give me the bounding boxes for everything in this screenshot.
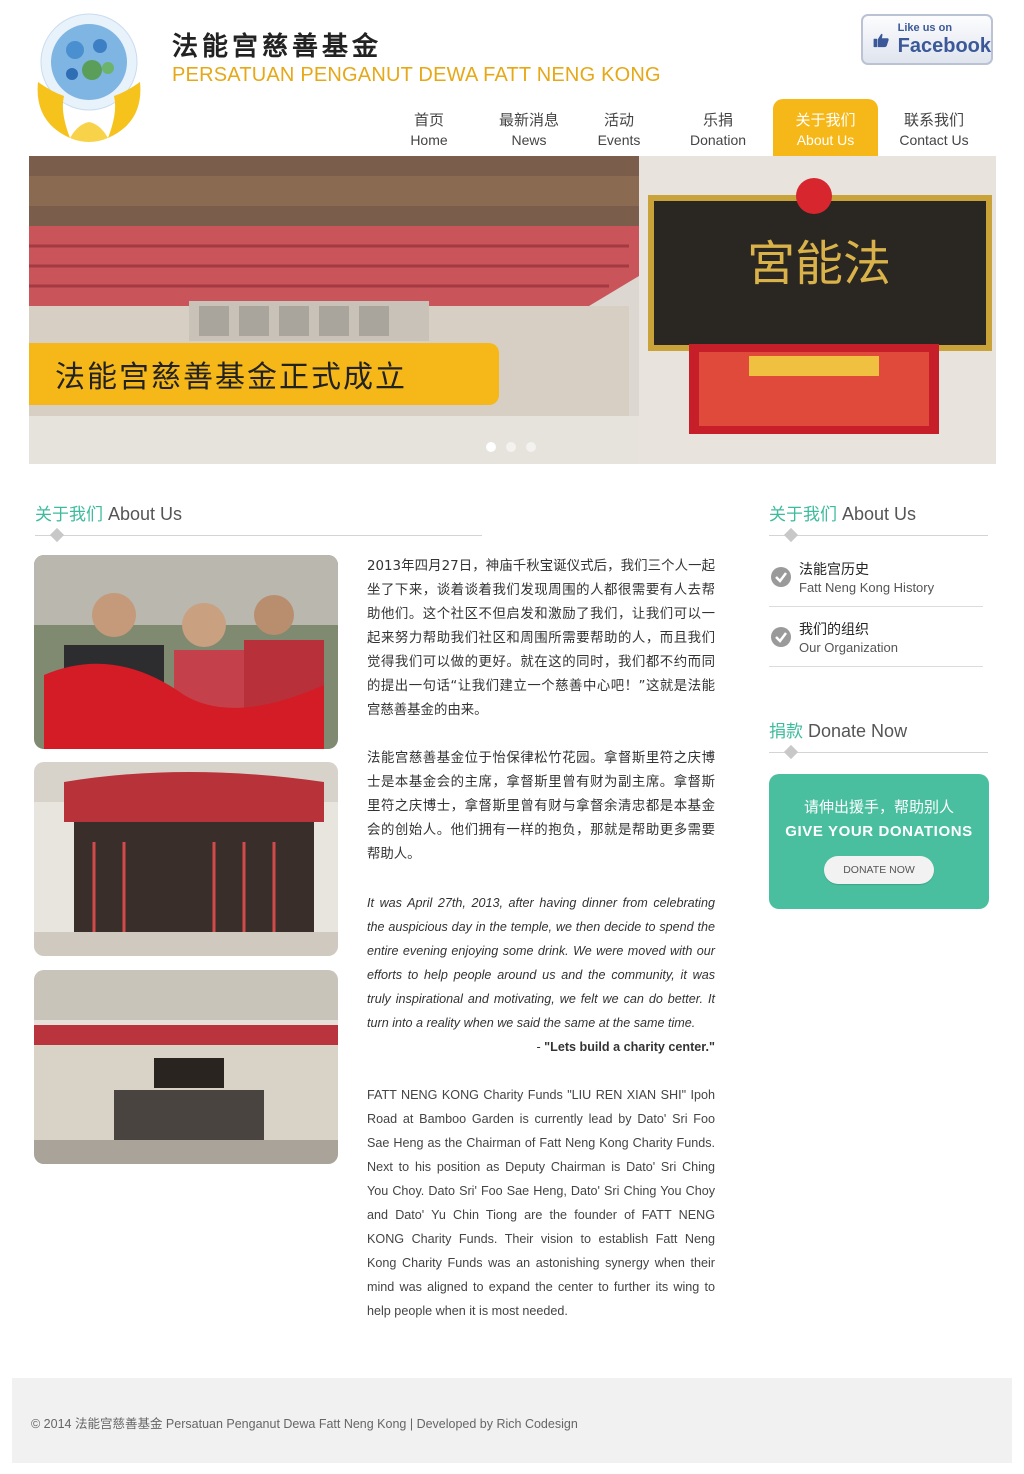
nav-label-en: Donation bbox=[689, 132, 747, 148]
nav-label-en: Events bbox=[597, 132, 641, 148]
slider-dot-1[interactable] bbox=[486, 442, 496, 452]
footer-copyright: © 2014 法能宫慈善基金 Persatuan Penganut Dewa F… bbox=[31, 1417, 578, 1431]
sidebar-about-heading: 关于我们 About Us bbox=[769, 500, 916, 525]
sidebar-about-heading-cn: 关于我们 bbox=[769, 505, 837, 525]
nav-label-cn: 最新消息 bbox=[498, 111, 559, 129]
temple-gate-photo bbox=[34, 762, 338, 956]
nav-label-en: Contact Us bbox=[899, 132, 969, 148]
slider-dots bbox=[486, 442, 536, 452]
nav-about-us[interactable]: 关于我们 About Us bbox=[773, 99, 878, 156]
about-quote: - "Lets build a charity center." bbox=[367, 1035, 715, 1059]
site-title-english: PERSATUAN PENGANUT DEWA FATT NENG KONG bbox=[172, 64, 661, 86]
sidebar-donate-heading: 捐款 Donate Now bbox=[769, 717, 907, 742]
nav-label-cn: 首页 bbox=[413, 111, 444, 129]
site-title-chinese: 法能宫慈善基金 bbox=[172, 32, 383, 62]
nav-label-en: News bbox=[511, 132, 547, 148]
sidebar-donate-divider bbox=[769, 752, 988, 753]
nav-label-cn: 联系我们 bbox=[903, 111, 964, 129]
divider-diamond bbox=[783, 744, 799, 760]
sidebar-about-heading-en: About Us bbox=[842, 504, 917, 524]
temple-front-photo bbox=[34, 970, 338, 1164]
thumbs-up-icon bbox=[873, 33, 889, 47]
banner-caption: 法能宫慈善基金正式成立 bbox=[29, 343, 499, 405]
nav-news[interactable]: 最新消息 News bbox=[484, 99, 574, 156]
facebook-like-big: Facebook bbox=[897, 35, 991, 57]
facebook-like-small: Like us on bbox=[897, 22, 953, 34]
about-heading: 关于我们 About Us bbox=[35, 500, 182, 525]
about-paragraph-cn-1: 2013年四月27日，神庙千秋宝诞仪式后，我们三个人一起坐了下来，谈着谈着我们发… bbox=[367, 559, 715, 718]
about-quote-text: "Lets build a charity center." bbox=[544, 1040, 715, 1054]
about-paragraph-cn-2: 法能宫慈善基金位于怡保律松竹花园。拿督斯里符之庆博士是本基金会的主席，拿督斯里曾… bbox=[367, 751, 715, 862]
nav-label-cn: 乐捐 bbox=[702, 111, 733, 129]
about-heading-cn: 关于我们 bbox=[35, 505, 103, 525]
about-heading-divider bbox=[35, 535, 482, 536]
donate-now-button[interactable]: DONATE NOW bbox=[824, 856, 934, 884]
nav-home[interactable]: 首页 Home bbox=[380, 99, 478, 156]
nav-label-cn: 活动 bbox=[603, 111, 634, 129]
banner-photo: 宮能法 bbox=[29, 156, 996, 464]
checkmark-icon bbox=[771, 627, 791, 647]
sidebar-item-label-cn: 法能宫历史 bbox=[799, 562, 869, 578]
nav-label-en: About Us bbox=[796, 132, 855, 148]
about-paragraph-en-italic: It was April 27th, 2013, after having di… bbox=[367, 896, 715, 1030]
donate-panel: 请伸出援手，帮助别人 GIVE YOUR DONATIONS DONATE NO… bbox=[769, 774, 989, 909]
facebook-like-button[interactable]: Like us on Facebook bbox=[861, 14, 993, 65]
sidebar-item-organization[interactable]: 我们的组织 Our Organization bbox=[769, 607, 983, 667]
nav-label-en: Home bbox=[410, 132, 448, 148]
about-paragraph-en: FATT NENG KONG Charity Funds "LIU REN XI… bbox=[367, 1088, 715, 1318]
page-footer: © 2014 法能宫慈善基金 Persatuan Penganut Dewa F… bbox=[12, 1378, 1012, 1463]
svg-text:宮能法: 宮能法 bbox=[747, 236, 891, 292]
hero-banner[interactable]: 宮能法 法能宫慈善基金正式成立 bbox=[29, 156, 996, 464]
checkmark-icon bbox=[771, 567, 791, 587]
donate-tagline-en: GIVE YOUR DONATIONS bbox=[785, 823, 973, 840]
ceremony-photo bbox=[34, 555, 338, 749]
sidebar-donate-heading-en: Donate Now bbox=[808, 721, 908, 741]
slider-dot-2[interactable] bbox=[506, 442, 516, 452]
sidebar-item-label-cn: 我们的组织 bbox=[799, 622, 869, 638]
sidebar-about-divider bbox=[769, 535, 988, 536]
divider-diamond bbox=[783, 527, 799, 543]
sidebar-donate-heading-cn: 捐款 bbox=[769, 722, 803, 742]
sidebar-item-label-en: Fatt Neng Kong History bbox=[799, 580, 935, 595]
nav-contact-us[interactable]: 联系我们 Contact Us bbox=[888, 99, 980, 156]
nav-events[interactable]: 活动 Events bbox=[580, 99, 658, 156]
sidebar-item-label-en: Our Organization bbox=[799, 640, 898, 655]
divider-diamond bbox=[49, 527, 65, 543]
donate-tagline-cn: 请伸出援手，帮助别人 bbox=[803, 798, 954, 816]
nav-label-cn: 关于我们 bbox=[795, 111, 856, 129]
sidebar-item-history[interactable]: 法能宫历史 Fatt Neng Kong History bbox=[769, 547, 983, 607]
slider-dot-3[interactable] bbox=[526, 442, 536, 452]
nav-donation[interactable]: 乐捐 Donation bbox=[672, 99, 764, 156]
site-logo[interactable] bbox=[30, 12, 148, 148]
about-heading-en: About Us bbox=[108, 504, 183, 524]
